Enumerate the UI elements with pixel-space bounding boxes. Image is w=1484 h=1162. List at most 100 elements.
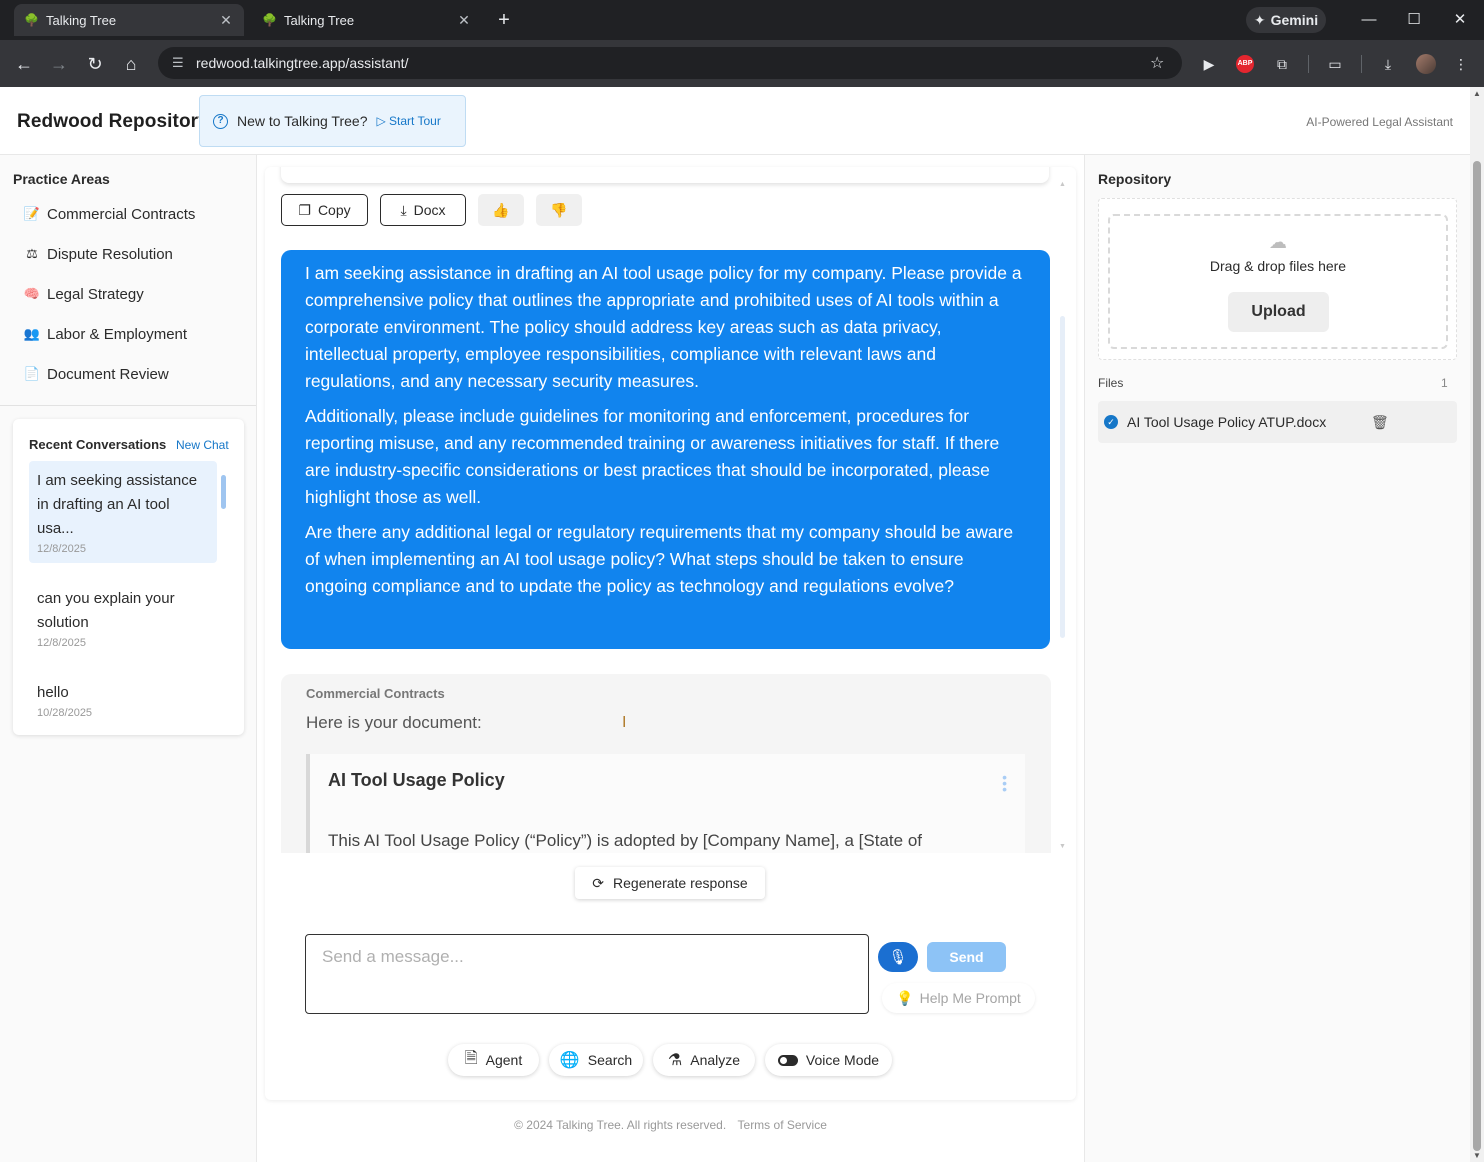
thumbs-down-icon[interactable]: 👎: [536, 194, 582, 226]
dropzone-text: Drag & drop files here: [1209, 258, 1347, 274]
browser-tab-inactive[interactable]: 🌳 Talking Tree ✕: [252, 4, 482, 36]
repository-sidebar: Repository ☁ Drag & drop files here Uplo…: [1084, 155, 1470, 1162]
document-body: This AI Tool Usage Policy (“Policy”) is …: [328, 831, 923, 850]
practice-item-label: Dispute Resolution: [47, 245, 173, 263]
tab-close-icon[interactable]: ✕: [456, 12, 472, 29]
scrollbar-thumb[interactable]: [1060, 316, 1065, 638]
scrollbar-thumb[interactable]: [1473, 161, 1481, 1151]
text-cursor-icon: I: [622, 714, 627, 731]
download-icon[interactable]: ⤓: [1377, 53, 1399, 75]
user-message-paragraph: Additionally, please include guidelines …: [305, 406, 1000, 507]
home-icon[interactable]: ⌂: [119, 52, 143, 76]
start-tour-label: Start Tour: [389, 114, 441, 128]
tree-favicon-icon: 🌳: [24, 13, 39, 27]
copy-button[interactable]: ❐ Copy: [281, 194, 368, 226]
bookmark-star-icon[interactable]: ☆: [1150, 53, 1170, 73]
window-close-icon[interactable]: ✕: [1445, 8, 1475, 32]
browser-tab-active[interactable]: 🌳 Talking Tree ✕: [14, 4, 244, 36]
thumbs-up-icon[interactable]: 👍: [478, 194, 524, 226]
upload-button[interactable]: Upload: [1228, 292, 1329, 332]
voice-mode-button[interactable]: Voice Mode: [765, 1044, 892, 1076]
dropzone-inner: ☁ Drag & drop files here Upload: [1108, 214, 1448, 349]
profile-avatar[interactable]: [1416, 54, 1436, 74]
app-header: Redwood Repository ? New to Talking Tree…: [0, 87, 1470, 155]
flask-icon: ⚗: [667, 1052, 683, 1069]
send-button[interactable]: Send: [927, 942, 1006, 972]
puzzle-icon[interactable]: ⧉: [1271, 53, 1293, 75]
browser-toolbar: ← → ↻ ⌂ ☰ redwood.talkingtree.app/assist…: [0, 40, 1484, 87]
scroll-down-arrow-icon[interactable]: ▼: [1059, 843, 1066, 850]
minimize-icon[interactable]: —: [1354, 8, 1384, 32]
app-page: Redwood Repository ? New to Talking Tree…: [0, 87, 1470, 1162]
voice-mode-label: Voice Mode: [805, 1052, 880, 1068]
address-bar[interactable]: ☰ redwood.talkingtree.app/assistant/ ☆: [158, 47, 1182, 79]
practice-areas-title: Practice Areas: [13, 171, 110, 187]
toggle-icon: [777, 1054, 798, 1066]
user-message-paragraph: Are there any additional legal or regula…: [305, 522, 1014, 596]
lightbulb-icon: 💡: [896, 989, 914, 1006]
page-scrollbar[interactable]: ▲ ▼: [1470, 87, 1484, 1162]
tab-close-icon[interactable]: ✕: [218, 12, 234, 29]
extension-icon[interactable]: ▶: [1198, 53, 1220, 75]
conversation-date: 12/8/2025: [37, 637, 86, 649]
forward-arrow-icon[interactable]: →: [47, 52, 71, 76]
practice-item-legal-strategy[interactable]: 🧠 Legal Strategy: [23, 282, 144, 306]
practice-item-dispute-resolution[interactable]: ⚖ Dispute Resolution: [23, 242, 173, 266]
new-tab-plus-icon[interactable]: +: [494, 8, 514, 32]
chat-messages: ❐ Copy ⤓ Docx 👍 👎 I am seeking assistanc…: [265, 167, 1076, 853]
sidebar-divider: [0, 405, 256, 406]
practice-item-labor-employment[interactable]: 👥 Labor & Employment: [23, 322, 187, 346]
kebab-menu-icon[interactable]: • • •: [1002, 770, 1007, 796]
search-button[interactable]: 🌐 Search: [549, 1044, 643, 1076]
site-settings-icon[interactable]: ☰: [172, 55, 188, 71]
conversation-date: 10/28/2025: [37, 707, 93, 719]
maximize-icon[interactable]: ☐: [1399, 8, 1429, 32]
docx-button[interactable]: ⤓ Docx: [380, 194, 466, 226]
analyze-button[interactable]: ⚗ Analyze: [653, 1044, 755, 1076]
chat-panel: ❐ Copy ⤓ Docx 👍 👎 I am seeking assistanc…: [265, 167, 1076, 1100]
scroll-up-arrow-icon[interactable]: ▲: [1473, 89, 1481, 98]
agent-label: Agent: [485, 1052, 523, 1068]
scrollbar-thumb[interactable]: [221, 475, 226, 509]
recent-scrollbar[interactable]: [221, 463, 227, 717]
recent-conversations-title: Recent Conversations: [29, 437, 167, 452]
practice-item-label: Document Review: [47, 365, 169, 383]
chat-scrollbar[interactable]: ▲ ▼: [1059, 181, 1066, 851]
menu-icon[interactable]: ⋮: [1450, 53, 1472, 75]
conversation-item[interactable]: I am seeking assistance in drafting an A…: [29, 461, 217, 563]
tree-favicon-icon: 🌳: [262, 13, 277, 27]
conversation-item[interactable]: hello 10/28/2025: [29, 673, 217, 727]
checkmark-icon[interactable]: ✓: [1104, 415, 1118, 429]
terms-of-service-link[interactable]: Terms of Service: [738, 1118, 827, 1132]
analyze-label: Analyze: [690, 1052, 741, 1068]
tab-title: Talking Tree: [46, 12, 117, 28]
scroll-down-arrow-icon[interactable]: ▼: [1473, 1151, 1481, 1160]
start-tour-button[interactable]: ▷ Start Tour: [376, 114, 440, 128]
copy-icon: ❐: [298, 201, 311, 218]
practice-item-commercial-contracts[interactable]: 📝 Commercial Contracts: [23, 202, 195, 226]
gemini-button[interactable]: ✦ Gemini: [1246, 7, 1326, 33]
reload-icon[interactable]: ↻: [83, 52, 107, 76]
tab-search-icon[interactable]: ▭: [1324, 53, 1346, 75]
agent-button[interactable]: 🗎 Agent: [448, 1044, 539, 1076]
practice-item-label: Labor & Employment: [47, 325, 188, 343]
trash-icon[interactable]: 🗑: [1371, 414, 1389, 431]
regenerate-label: Regenerate response: [613, 875, 748, 891]
refresh-icon: ⟳: [592, 874, 605, 891]
practice-item-document-review[interactable]: 📄 Document Review: [23, 362, 169, 386]
scroll-up-arrow-icon[interactable]: ▲: [1059, 181, 1066, 188]
file-item[interactable]: ✓ AI Tool Usage Policy ATUP.docx 🗑: [1098, 401, 1457, 443]
conversation-item[interactable]: can you explain your solution 12/8/2025: [29, 579, 217, 657]
new-chat-link[interactable]: New Chat: [176, 438, 229, 452]
microphone-button[interactable]: 🎙: [878, 942, 918, 972]
message-input[interactable]: Send a message...: [305, 934, 869, 1014]
conversation-title: I am seeking assistance in drafting an A…: [37, 472, 198, 537]
back-arrow-icon[interactable]: ←: [12, 52, 36, 76]
file-dropzone[interactable]: ☁ Drag & drop files here Upload: [1098, 198, 1457, 360]
help-me-prompt-button[interactable]: 💡 Help Me Prompt: [882, 983, 1035, 1013]
app-tagline: AI-Powered Legal Assistant: [1306, 115, 1453, 129]
regenerate-button[interactable]: ⟳ Regenerate response: [575, 867, 765, 899]
agent-icon: 🗎: [464, 1049, 478, 1067]
abp-icon[interactable]: ABP: [1236, 55, 1254, 73]
toolbar-divider: [1361, 55, 1362, 73]
